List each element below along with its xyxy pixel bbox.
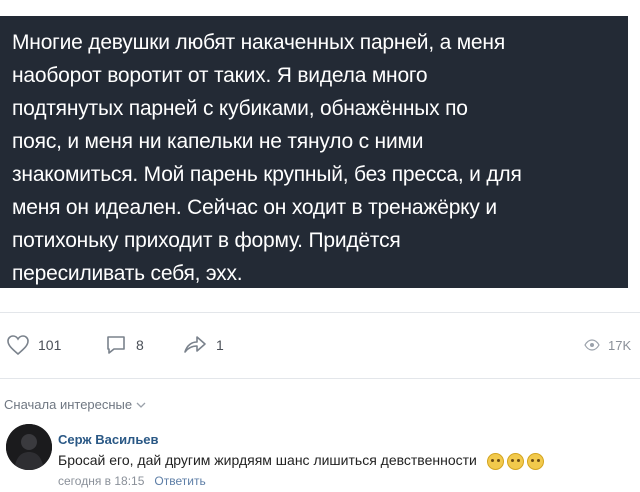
comment-author-link[interactable]: Серж Васильев — [58, 432, 159, 447]
post-text: Многие девушки любят накаченных парней, … — [12, 31, 522, 285]
avatar-image — [6, 424, 52, 470]
comment-item: Серж Васильев Бросай его, дай другим жир… — [0, 418, 640, 492]
comment-icon — [107, 336, 125, 354]
comment-button[interactable]: 8 — [104, 332, 144, 358]
like-button[interactable]: 101 — [6, 332, 61, 358]
emoji-group — [486, 452, 544, 470]
comment-meta: сегодня в 18:15 Ответить — [58, 474, 206, 488]
avatar[interactable] — [6, 424, 52, 470]
divider — [0, 378, 640, 379]
emoji-icon — [486, 452, 504, 470]
comment-time: сегодня в 18:15 — [58, 474, 145, 488]
eye-icon — [584, 339, 600, 351]
heart-icon — [7, 335, 29, 356]
views-count: 17K — [608, 337, 632, 353]
reply-link[interactable]: Ответить — [154, 474, 205, 488]
chevron-down-icon — [136, 402, 146, 408]
sort-label: Сначала интересные — [4, 397, 133, 412]
comment-text-line: Бросай его, дай другим жирдяям шанс лиши… — [58, 452, 544, 470]
comment-count: 8 — [136, 337, 144, 353]
views-counter: 17K — [584, 332, 631, 358]
emoji-icon — [526, 452, 544, 470]
share-button[interactable]: 1 — [182, 332, 224, 358]
share-count: 1 — [216, 337, 224, 353]
comment-text: Бросай его, дай другим жирдяям шанс лиши… — [58, 452, 477, 468]
emoji-icon — [506, 452, 524, 470]
post-actions-bar: 101 8 1 17K — [0, 320, 640, 370]
post-text-card: Многие девушки любят накаченных парней, … — [0, 16, 628, 288]
divider — [0, 312, 640, 313]
like-count: 101 — [38, 337, 62, 353]
comments-sort-dropdown[interactable]: Сначала интересные — [4, 397, 146, 412]
share-icon — [184, 336, 206, 353]
